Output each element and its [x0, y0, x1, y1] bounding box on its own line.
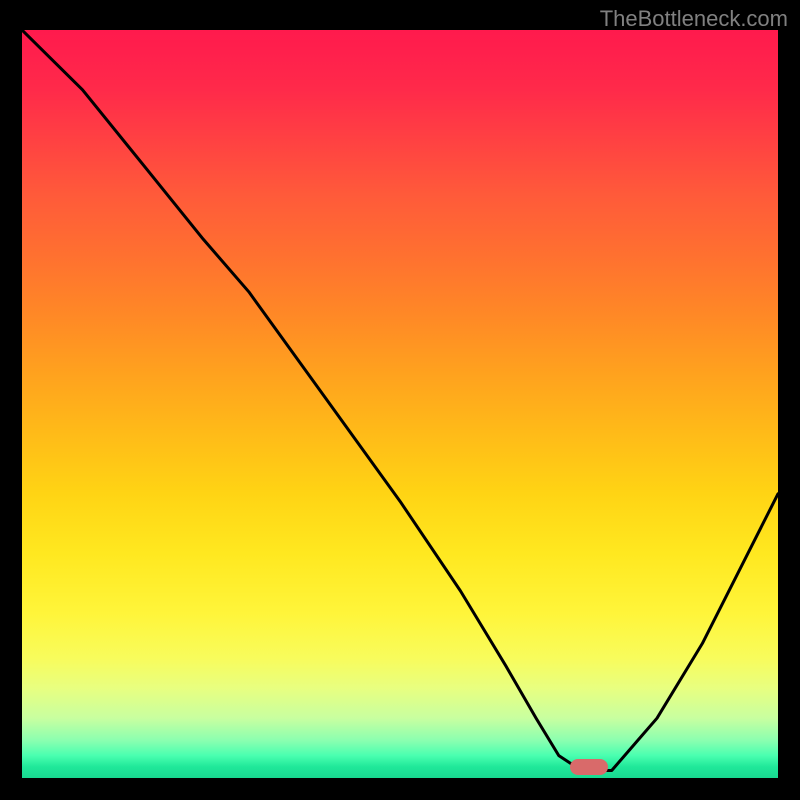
watermark-text: TheBottleneck.com	[600, 6, 788, 32]
bottleneck-curve	[22, 30, 778, 771]
chart-curve-svg	[22, 30, 778, 778]
chart-plot-area	[22, 30, 778, 778]
optimal-marker	[570, 759, 608, 775]
